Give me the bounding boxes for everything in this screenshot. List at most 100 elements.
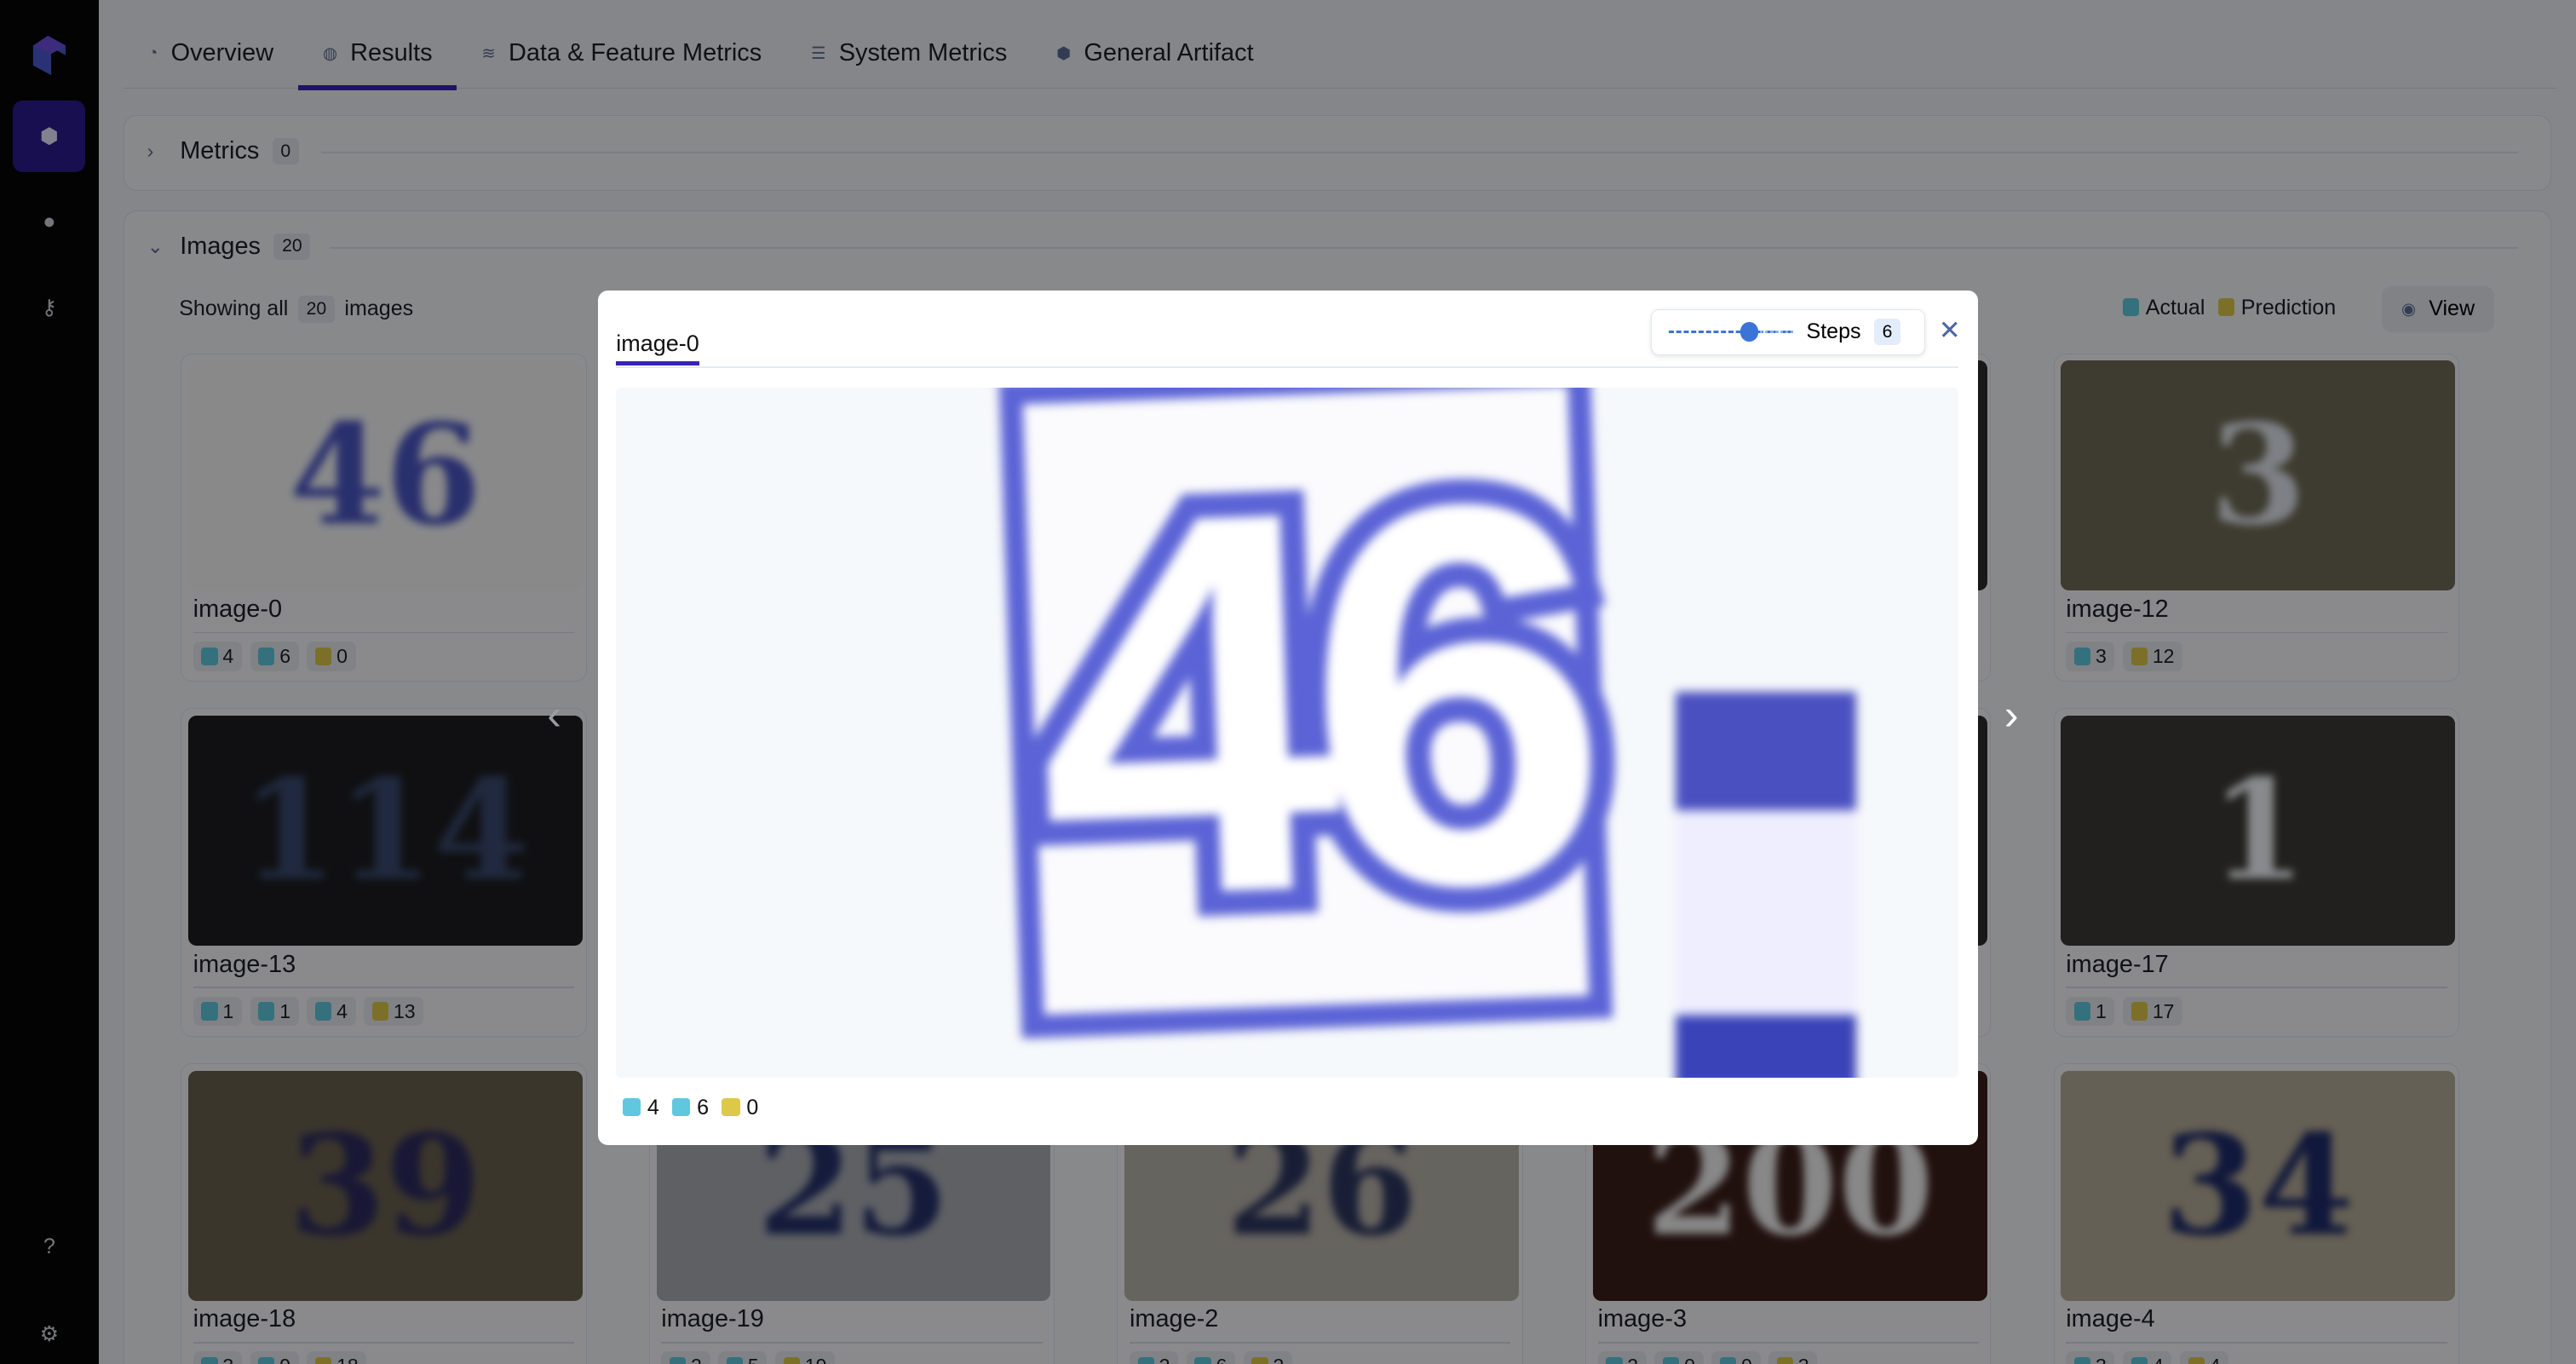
sidebar-item-settings[interactable]: ⚙ — [13, 1298, 85, 1364]
legend-prediction: Prediction — [2217, 296, 2336, 320]
image-name: image-18 — [193, 1305, 296, 1333]
sidebar-item-models[interactable]: ⬢ — [13, 100, 86, 173]
actual-label-badge: 6 — [1186, 1351, 1236, 1364]
thumbnail: 114 — [187, 715, 583, 946]
modal-image: 46 — [616, 388, 1958, 1079]
modal-title-tab[interactable]: image-0 — [616, 331, 699, 366]
brain-icon: ● — [43, 209, 56, 233]
chevron-right-icon: › — [147, 140, 154, 163]
prediction-label-badge: 4 — [2179, 1351, 2229, 1364]
tab-overview[interactable]: ◔ Overview — [124, 20, 298, 87]
prediction-label-badge: 19 — [775, 1351, 836, 1364]
thumbnail: 3 — [2061, 360, 2456, 591]
prediction-label-badge: 13 — [364, 996, 424, 1027]
sidebar-item-brain[interactable]: ● — [13, 186, 85, 258]
eye-icon: ◉ — [2401, 300, 2416, 319]
layers-icon: ≋ — [481, 44, 496, 63]
actual-label-badge: 5 — [718, 1351, 768, 1364]
showing-summary: Showing all 20 images — [179, 296, 413, 323]
image-name: image-0 — [193, 596, 283, 624]
box-icon: ⬢ — [1056, 44, 1071, 63]
prediction-label-badge: 0 — [307, 642, 356, 671]
image-card[interactable]: 39 image-18 39 18 — [181, 1062, 587, 1364]
prediction-label-badge: 0 — [722, 1096, 758, 1120]
prev-image-button[interactable]: ‹ — [547, 690, 561, 740]
chevron-right-icon: › — [2004, 691, 2019, 739]
slider-knob[interactable] — [1739, 321, 1758, 342]
tab-results[interactable]: ◍ Results — [298, 20, 457, 91]
prediction-label-badge: 17 — [2123, 996, 2183, 1027]
thumbnail: 39 — [187, 1070, 583, 1301]
image-name: image-13 — [193, 950, 296, 978]
close-button[interactable]: ✕ — [1939, 315, 1961, 346]
thumbnail: 1 — [2061, 715, 2456, 946]
actual-label-badge: 4 — [622, 1096, 659, 1120]
chevron-left-icon: ‹ — [547, 691, 561, 739]
images-header[interactable]: ⌄ Images 20 — [147, 233, 311, 261]
help-icon: ? — [43, 1235, 55, 1259]
actual-label-badge: 6 — [672, 1096, 709, 1120]
actual-label-badge: 1 — [250, 996, 299, 1027]
prediction-label-badge: 3 — [1768, 1351, 1818, 1364]
image-name: image-17 — [2066, 950, 2169, 978]
actual-label-badge: 3 — [2066, 642, 2115, 671]
sidebar-item-help[interactable]: ? — [13, 1211, 85, 1283]
key-icon: ⚷ — [41, 295, 58, 319]
pie-icon: ◔ — [147, 43, 158, 62]
metrics-header[interactable]: › Metrics 0 — [147, 137, 299, 165]
actual-label-badge: 2 — [661, 1351, 710, 1364]
prediction-label-badge: 12 — [2123, 642, 2183, 671]
image-modal: image-0 Steps 6 ✕ 46 460 — [598, 291, 1979, 1146]
image-card[interactable]: 3 image-12 3 12 — [2053, 353, 2460, 682]
close-icon: ✕ — [1938, 315, 1961, 346]
thumbnail: 34 — [2061, 1070, 2456, 1301]
tab-general-artifact[interactable]: ⬢ General Artifact — [1032, 20, 1278, 87]
tab-system-metrics[interactable]: ☰ System Metrics — [786, 20, 1032, 87]
next-image-button[interactable]: › — [2004, 690, 2019, 740]
legend-actual: Actual — [2122, 296, 2205, 320]
image-card[interactable]: 34image-4344 — [2053, 1062, 2460, 1364]
tab-bar: ◔ Overview ◍ Results ≋ Data & Feature Metri… — [123, 20, 2556, 91]
steps-value: 6 — [1874, 318, 1901, 346]
metrics-count: 0 — [272, 137, 299, 165]
sidebar-item-keys[interactable]: ⚷ — [13, 271, 85, 343]
tab-data-feature-metrics[interactable]: ≋ Data & Feature Metrics — [457, 20, 786, 87]
logo-icon[interactable] — [30, 36, 66, 76]
prediction-label-badge: 18 — [307, 1351, 367, 1364]
model-cube-icon: ⬢ — [39, 124, 59, 149]
actual-label-badge: 9 — [250, 1351, 299, 1364]
chevron-down-icon: ⌄ — [147, 234, 164, 257]
legend: Actual Prediction — [2122, 296, 2336, 320]
modal-labels: 460 — [622, 1096, 758, 1120]
image-card[interactable]: 1 image-17 1 17 — [2053, 708, 2460, 1037]
thumbnail: 46 — [187, 360, 583, 591]
actual-label-badge: 0 — [1711, 1351, 1761, 1364]
actual-label-badge: 1 — [2066, 996, 2115, 1027]
steps-slider[interactable] — [1668, 321, 1794, 342]
server-icon: ☰ — [811, 44, 826, 63]
view-button[interactable]: ◉ View — [2382, 285, 2494, 332]
image-name: image-2 — [1129, 1305, 1219, 1333]
actual-label-badge: 6 — [250, 642, 299, 671]
images-count: 20 — [273, 233, 311, 261]
prediction-label-badge: 2 — [1243, 1351, 1292, 1364]
actual-label-badge: 2 — [1597, 1351, 1647, 1364]
settings-gear-icon: ⚙ — [39, 1322, 60, 1347]
image-name: image-12 — [2066, 596, 2169, 624]
actual-label-badge: 2 — [1129, 1351, 1179, 1364]
actual-label-badge: 4 — [307, 996, 356, 1027]
actual-label-badge: 1 — [193, 996, 242, 1027]
sidebar: ⬢ ● ⚷ ? ⚙ — [0, 0, 99, 1364]
image-card[interactable]: 114 image-13 1 1 4 13 — [181, 708, 587, 1037]
actual-label-badge: 3 — [2066, 1351, 2115, 1364]
actual-label-badge: 4 — [193, 642, 242, 671]
image-name: image-3 — [1597, 1305, 1688, 1333]
chart-icon: ◍ — [322, 44, 337, 63]
image-name: image-4 — [2066, 1305, 2155, 1333]
image-name: image-19 — [661, 1305, 764, 1333]
steps-control: Steps 6 — [1651, 308, 1926, 355]
actual-label-badge: 4 — [2123, 1351, 2172, 1364]
metrics-panel: › Metrics 0 — [123, 115, 2552, 191]
actual-label-badge: 3 — [193, 1351, 242, 1364]
image-card[interactable]: 46 image-0 4 6 0 — [181, 353, 587, 682]
